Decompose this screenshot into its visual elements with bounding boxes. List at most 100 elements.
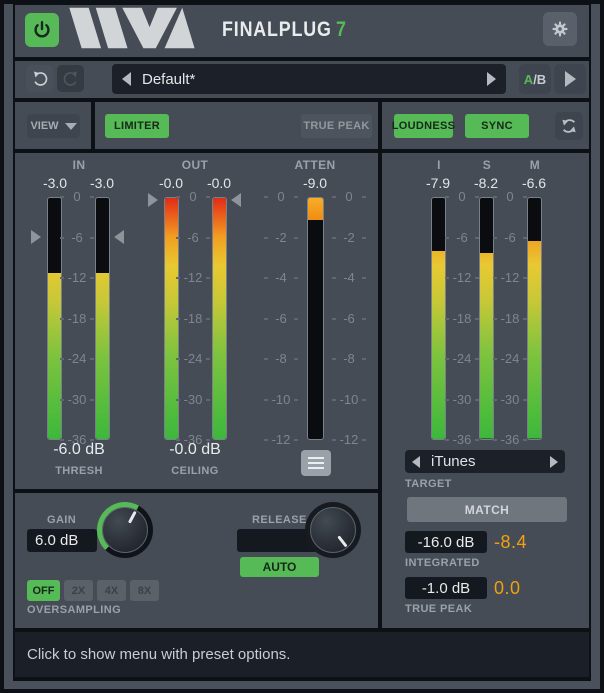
preset-name: Default* — [142, 71, 195, 88]
short-term-meter-title: S — [472, 158, 502, 172]
reset-loudness-button[interactable] — [555, 112, 583, 140]
limiter-toggle[interactable]: LIMITER — [105, 114, 169, 138]
sync-toggle[interactable]: SYNC — [465, 114, 529, 138]
oversampling-2x-button[interactable]: 2X — [64, 580, 93, 601]
oversampling-label: OVERSAMPLING — [27, 604, 121, 616]
target-value: iTunes — [431, 453, 475, 470]
release-label: RELEASE — [252, 514, 307, 526]
status-message: Click to show menu with preset options. — [27, 646, 290, 663]
plugin-version: 7 — [336, 18, 347, 41]
in-meter-scale: 0-6-12-18-24-30-36 — [62, 190, 92, 447]
gear-icon — [550, 19, 570, 39]
gain-release-panel: GAIN 6.0 dB RELEASE AUTO OFF 2X 4X 8X OV… — [15, 493, 378, 628]
power-button[interactable] — [25, 13, 59, 47]
scale-tick: -18 — [62, 312, 92, 326]
view-dropdown[interactable]: VIEW — [27, 114, 80, 138]
threshold-marker-right[interactable] — [114, 230, 124, 244]
preset-bar: Default* A/B — [15, 61, 589, 98]
out-meter-scale: 0-6-12-18-24-30-36 — [178, 190, 208, 447]
gain-value-field[interactable]: 6.0 dB — [27, 529, 97, 552]
auto-release-toggle[interactable]: AUTO — [240, 557, 319, 577]
threshold-readout[interactable]: -6.0 dB — [34, 441, 124, 459]
target-selector[interactable]: iTunes — [405, 450, 565, 473]
oversampling-8x-button[interactable]: 8X — [130, 580, 159, 601]
target-next-icon[interactable] — [550, 456, 558, 468]
scale-tick: -8 — [266, 352, 296, 366]
preset-play-button[interactable] — [554, 64, 586, 94]
redo-icon — [62, 70, 80, 88]
atten-meter-title: ATTEN — [285, 158, 345, 172]
integrated-target-field[interactable]: -16.0 dB — [405, 531, 487, 553]
scale-tick: 0 — [334, 190, 364, 204]
scale-tick: -10 — [266, 393, 296, 407]
refresh-icon — [559, 116, 579, 136]
scale-tick: -24 — [495, 352, 525, 366]
plugin-title: FINALPLUG7 — [222, 18, 347, 42]
ab-compare-button[interactable]: A/B — [519, 64, 551, 94]
redo-button[interactable] — [57, 65, 84, 92]
ceiling-readout[interactable]: -0.0 dB — [150, 441, 240, 459]
momentary-meter — [527, 197, 542, 440]
scale-tick: -10 — [334, 393, 364, 407]
in-meter-title: IN — [49, 158, 109, 172]
short-term-meter — [479, 197, 494, 440]
undo-button[interactable] — [26, 65, 53, 92]
scale-tick: -12 — [447, 271, 477, 285]
out-meter-title: OUT — [165, 158, 225, 172]
loudness-toggle[interactable]: LOUDNESS — [394, 114, 453, 138]
plugin-window: FINALPLUG7 Default* — [0, 0, 604, 693]
scale-tick: -4 — [334, 271, 364, 285]
scale-tick: -18 — [447, 312, 477, 326]
preset-prev-icon[interactable] — [122, 72, 131, 86]
scale-tick: -12 — [334, 433, 364, 447]
true-peak-readout: 0.0 — [494, 578, 564, 599]
target-prev-icon[interactable] — [412, 456, 420, 468]
view-section: VIEW — [15, 102, 91, 149]
scale-tick: -24 — [447, 352, 477, 366]
settings-button[interactable] — [543, 12, 577, 46]
scale-tick: 0 — [447, 190, 477, 204]
target-label: TARGET — [405, 478, 452, 490]
scale-tick: -30 — [495, 393, 525, 407]
brand-logo — [64, 5, 214, 51]
atten-scale-left: 0-2-4-6-8-10-12 — [266, 190, 296, 447]
in-right-meter — [95, 197, 110, 440]
scale-tick: -2 — [266, 231, 296, 245]
scale-tick: -12 — [495, 271, 525, 285]
scale-tick: -36 — [495, 433, 525, 447]
true-peak-toggle[interactable]: TRUE PEAK — [301, 114, 372, 138]
power-icon — [31, 19, 53, 41]
atten-scale-right: 0-2-4-6-8-10-12 — [334, 190, 364, 447]
preset-selector[interactable]: Default* — [112, 64, 506, 94]
threshold-marker-left[interactable] — [31, 230, 41, 244]
scale-tick: 0 — [62, 190, 92, 204]
scale-tick: -6 — [178, 231, 208, 245]
scale-tick: -12 — [266, 433, 296, 447]
true-peak-target-field[interactable]: -1.0 dB — [405, 577, 487, 599]
atten-menu-button[interactable] — [301, 450, 331, 476]
integrated-readout: -8.4 — [494, 532, 564, 553]
play-icon — [565, 71, 576, 87]
preset-next-icon[interactable] — [487, 72, 496, 86]
threshold-label: THRESH — [34, 465, 124, 477]
integrated-meter — [431, 197, 446, 440]
loudness-section: LOUDNESS SYNC — [382, 102, 589, 149]
release-knob[interactable] — [305, 502, 361, 558]
in-left-peak-value: -3.0 — [33, 175, 77, 191]
loudness-scale-left: 0-6-12-18-24-30-36 — [447, 190, 477, 447]
scale-tick: 0 — [266, 190, 296, 204]
loudness-panel: I S M -7.9 -8.2 -6.6 0-6-12-18-24-30-36 … — [382, 153, 589, 628]
oversampling-off-button[interactable]: OFF — [27, 580, 60, 601]
oversampling-4x-button[interactable]: 4X — [97, 580, 126, 601]
ceiling-marker-right[interactable] — [231, 193, 241, 207]
momentary-meter-title: M — [520, 158, 550, 172]
match-button[interactable]: MATCH — [407, 497, 567, 522]
scale-tick: -12 — [178, 271, 208, 285]
ceiling-marker-left[interactable] — [148, 193, 158, 207]
short-term-meter-value: -8.2 — [464, 175, 508, 191]
scale-tick: -24 — [62, 352, 92, 366]
limiter-section: LIMITER TRUE PEAK — [95, 102, 378, 149]
undo-icon — [31, 70, 49, 88]
scale-tick: -6 — [495, 231, 525, 245]
gain-knob[interactable] — [97, 502, 153, 558]
